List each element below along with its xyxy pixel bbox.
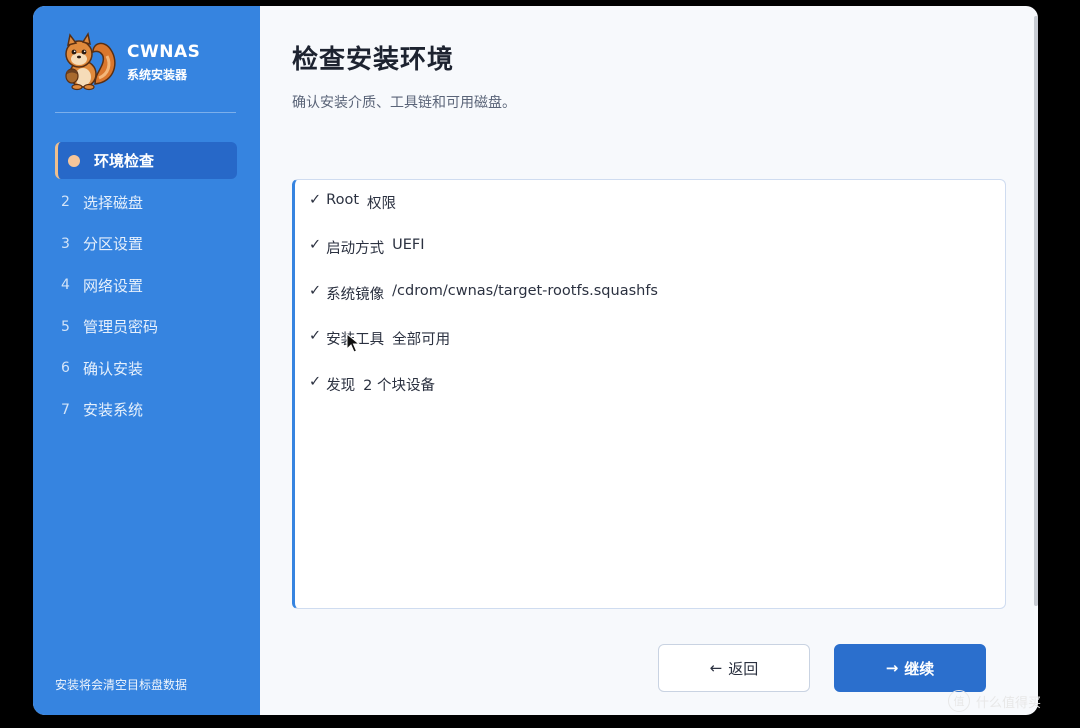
step-item-environment-check[interactable]: 环境检查 <box>55 142 237 179</box>
sidebar-divider <box>55 112 236 113</box>
check-item-system-image: ✓ 系统镜像 /cdrom/cwnas/target-rootfs.squash… <box>295 283 1005 328</box>
watermark: 值 什么值得买 <box>948 690 1041 712</box>
step-label: 安装系统 <box>83 401 144 419</box>
step-number: 3 <box>61 235 70 252</box>
arrow-left-icon: ← <box>709 659 723 677</box>
back-button[interactable]: ← 返回 <box>658 644 810 692</box>
step-number: 6 <box>61 360 70 376</box>
check-item-install-tools: ✓ 安装工具 全部可用 <box>295 328 1005 373</box>
step-number: 7 <box>61 401 70 418</box>
arrow-right-icon: → <box>885 659 899 677</box>
brand-text: CWNAS 系统安装器 <box>127 41 200 83</box>
step-label: 确认安装 <box>83 359 144 378</box>
check-mark-icon: ✓ <box>309 282 322 299</box>
brand-name: CWNAS <box>127 42 201 62</box>
step-item-admin-password[interactable]: 5 管理员密码 <box>55 308 237 345</box>
step-label: 网络设置 <box>83 276 144 295</box>
check-mark-icon: ✓ <box>309 373 322 390</box>
step-item-confirm-install[interactable]: 6 确认安装 <box>55 350 237 387</box>
check-item-boot-mode: ✓ 启动方式 UEFI <box>295 237 1005 282</box>
step-label: 分区设置 <box>83 235 144 253</box>
step-list: 环境检查 2 选择磁盘 3 分区设置 4 网络设置 5 管理员密码 6 确认安装 <box>55 142 237 433</box>
check-value: /cdrom/cwnas/target-rootfs.squashfs <box>392 282 658 299</box>
check-value: 2 个块设备 <box>363 377 435 394</box>
footer-buttons: ← 返回 → 继续 <box>658 644 986 692</box>
step-label: 管理员密码 <box>83 318 159 336</box>
brand-subtitle: 系统安装器 <box>127 68 188 82</box>
step-item-select-disk[interactable]: 2 选择磁盘 <box>55 184 237 221</box>
window-scrollbar[interactable] <box>1034 16 1038 606</box>
main-content: 检查安装环境 确认安装介质、工具链和可用磁盘。 ✓ Root 权限 ✓ 启动方式… <box>260 6 1038 715</box>
installer-window: CWNAS 系统安装器 环境检查 2 选择磁盘 3 分区设置 4 网络设置 5 … <box>33 6 1038 715</box>
check-label: 发现 <box>326 377 356 394</box>
check-item-block-devices: ✓ 发现 2 个块设备 <box>295 374 1005 419</box>
squirrel-logo-icon <box>55 32 119 92</box>
mouse-pointer-icon <box>346 333 360 353</box>
step-number: 5 <box>61 318 70 335</box>
check-mark-icon: ✓ <box>309 192 322 208</box>
watermark-logo-icon: 值 <box>948 690 970 712</box>
watermark-text: 什么值得买 <box>976 695 1042 711</box>
step-item-partition-settings[interactable]: 3 分区设置 <box>55 225 237 262</box>
check-item-root: ✓ Root 权限 <box>295 192 1005 237</box>
check-label: 系统镜像 <box>326 286 385 303</box>
step-item-network-settings[interactable]: 4 网络设置 <box>55 267 237 304</box>
step-item-install-system[interactable]: 7 安装系统 <box>55 391 237 428</box>
step-number: 4 <box>61 277 70 293</box>
environment-check-panel: ✓ Root 权限 ✓ 启动方式 UEFI ✓ 系统镜像 /cdrom/cwna… <box>292 179 1006 609</box>
check-label: Root <box>326 192 360 208</box>
continue-button-label: 继续 <box>904 659 935 678</box>
check-mark-icon: ✓ <box>309 237 322 254</box>
step-label: 环境检查 <box>94 152 155 170</box>
check-mark-icon: ✓ <box>309 328 322 345</box>
step-label: 选择磁盘 <box>83 193 144 212</box>
page-title: 检查安装环境 <box>292 45 455 75</box>
check-label: 启动方式 <box>326 241 385 258</box>
check-value: 权限 <box>367 196 397 212</box>
check-value: UEFI <box>392 237 425 254</box>
brand: CWNAS 系统安装器 <box>55 32 200 92</box>
step-number: 2 <box>61 194 70 210</box>
continue-button[interactable]: → 继续 <box>834 644 986 692</box>
back-button-label: 返回 <box>728 659 759 678</box>
page-subtitle: 确认安装介质、工具链和可用磁盘。 <box>292 95 516 111</box>
check-value: 全部可用 <box>392 332 451 349</box>
active-step-dot-icon <box>68 154 80 167</box>
sidebar-footer-note: 安装将会清空目标盘数据 <box>55 678 188 692</box>
sidebar: CWNAS 系统安装器 环境检查 2 选择磁盘 3 分区设置 4 网络设置 5 … <box>33 6 260 715</box>
